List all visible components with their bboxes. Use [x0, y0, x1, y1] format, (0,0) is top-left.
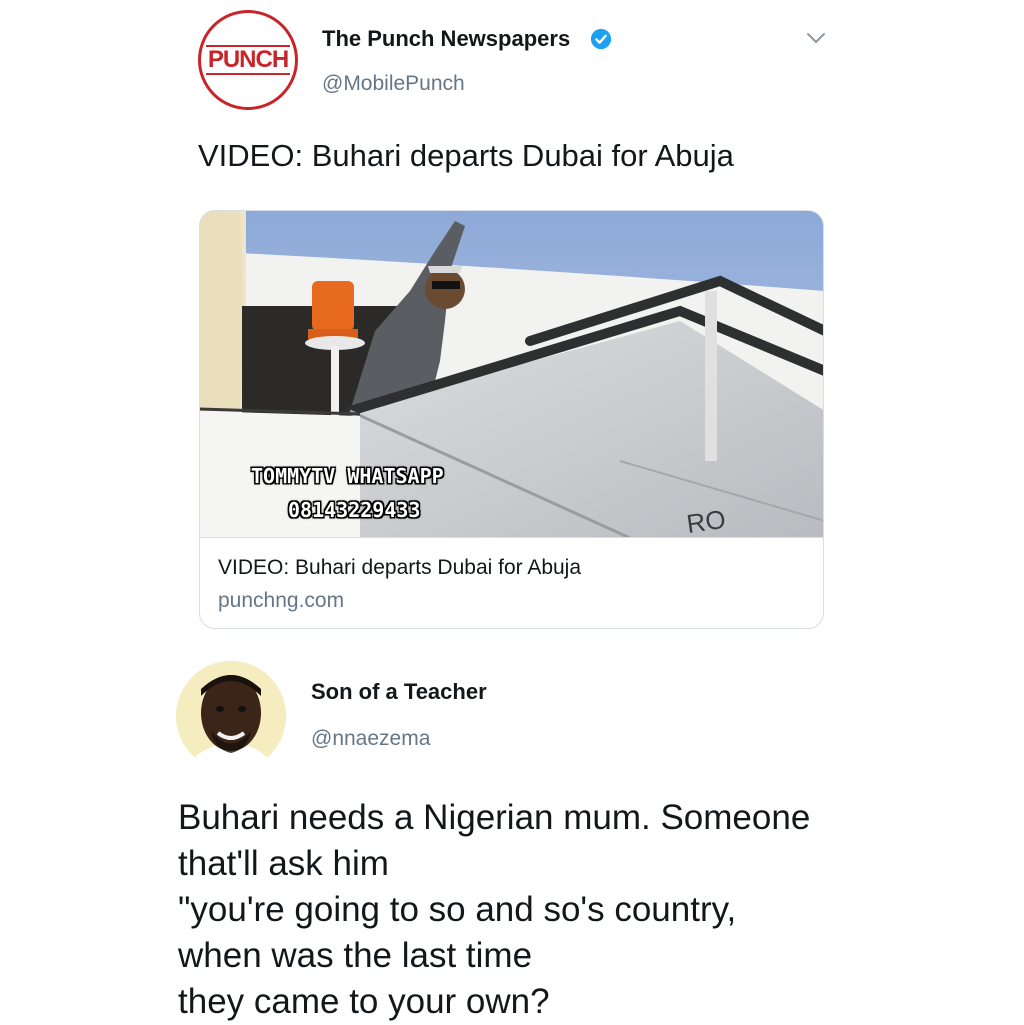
punch-logo-text: PUNCH [205, 45, 291, 75]
stair-lettering: RO [685, 504, 728, 538]
card-domain: punchng.com [218, 589, 345, 612]
tweet-line: Buhari needs a Nigerian mum. Someone [178, 798, 811, 837]
tweet-text: VIDEO: Buhari departs Dubai for Abuja [198, 138, 734, 173]
avatar[interactable] [176, 661, 286, 771]
verified-badge-icon [590, 28, 612, 50]
author-handle[interactable]: @MobilePunch [322, 72, 465, 96]
tweet-line: when was the last time [178, 936, 533, 975]
author-handle[interactable]: @nnaezema [311, 727, 430, 751]
card-divider [200, 537, 823, 538]
author-name[interactable]: The Punch Newspapers [322, 26, 570, 52]
watermark-line2: 08143229433 [288, 498, 421, 522]
tweet-line: "you're going to so and so's country, [178, 890, 737, 929]
author-name[interactable]: Son of a Teacher [311, 679, 487, 705]
tweet-text: Buhari needs a Nigerian mum. Someone tha… [178, 795, 878, 1025]
avatar-photo [176, 661, 286, 771]
tweet-line: that'll ask him [178, 844, 389, 883]
tweet-line: they came to your own? [178, 982, 550, 1021]
card-title: VIDEO: Buhari departs Dubai for Abuja [218, 556, 582, 579]
punch-avatar[interactable]: PUNCH [198, 10, 298, 110]
chevron-down-icon[interactable] [804, 26, 828, 50]
link-preview-card[interactable]: RO TOMMYTV WHATSAPP 08143229433 VIDEO: B… [199, 210, 824, 629]
card-image: RO [200, 211, 823, 538]
watermark-line1: TOMMYTV WHATSAPP [251, 464, 444, 488]
